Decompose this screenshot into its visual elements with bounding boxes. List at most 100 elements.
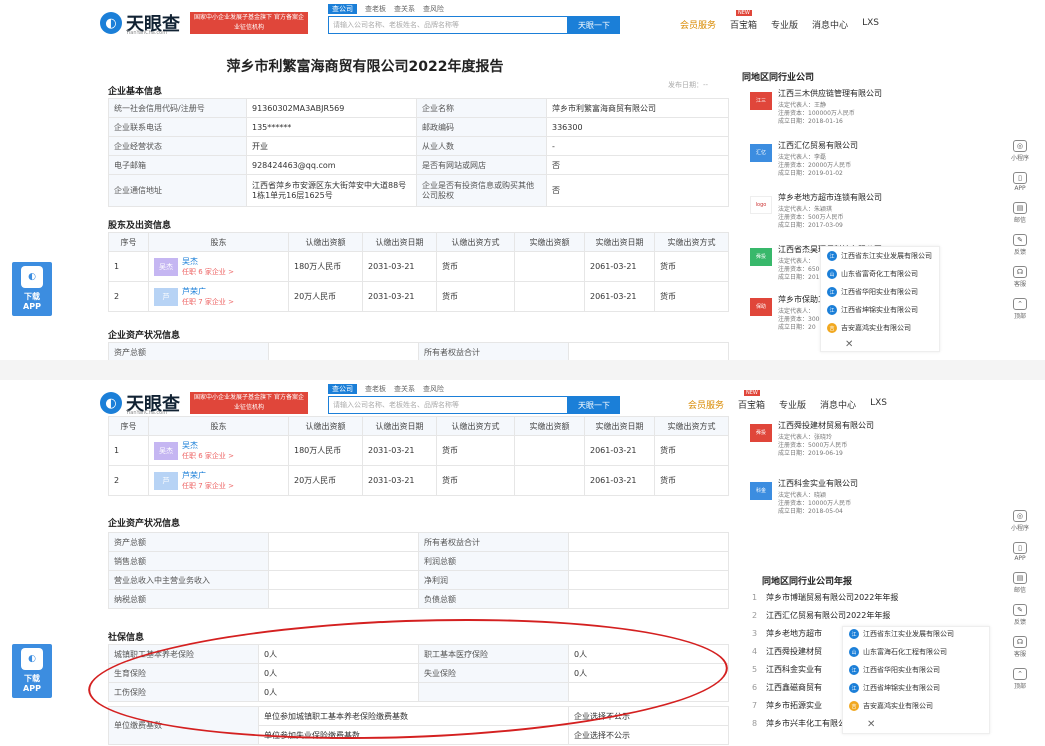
shareholder-avatar[interactable]: 吴杰	[154, 441, 178, 460]
shareholder-cell: 芦 芦荣广 任职 7 家企业 >	[148, 465, 289, 496]
company-name[interactable]: 江西舜投建材贸易有限公司	[778, 420, 874, 431]
popup-item[interactable]: 江江西省坤锦实业有限公司	[849, 683, 940, 693]
rail-mail[interactable]: ▤ 邮信	[1013, 202, 1027, 224]
company-date: 成立日期：2019-01-02	[778, 170, 843, 177]
tab-boss[interactable]: 查老板	[365, 4, 386, 14]
shareholder-avatar[interactable]: 吴杰	[154, 257, 178, 276]
shareholder-tag[interactable]: 任职 6 家企业 >	[182, 267, 234, 277]
rail-mail[interactable]: ▤ 邮信	[1013, 572, 1027, 594]
tab-risk[interactable]: 查风险	[423, 4, 444, 14]
popup-item-label: 江西省坤锦实业有限公司	[863, 684, 940, 692]
popup-item[interactable]: 山山东省富奇化工有限公司	[827, 269, 918, 279]
table-cell: 135******	[246, 117, 417, 137]
tab-boss[interactable]: 查老板	[365, 384, 386, 394]
logo[interactable]: ◐ 天眼查 TianYanCha.com	[100, 390, 180, 416]
rail-top[interactable]: ⌃ 顶部	[1013, 298, 1027, 320]
nav-toolbox[interactable]: 百宝箱	[730, 10, 757, 31]
shareholder-tag[interactable]: 任职 6 家企业 >	[182, 451, 234, 461]
list-item[interactable]: 1 萍乡市博瑞贸易有限公司2022年年报	[752, 592, 898, 603]
popup-item[interactable]: 山山东富海石化工程有限公司	[849, 647, 947, 657]
search-input[interactable]: 请输入公司名称、老板姓名、品牌名称等	[328, 396, 568, 414]
table-row: 营业总收入中主营业务收入 净利润	[108, 570, 729, 590]
table-cell: 0人	[568, 663, 729, 683]
logo[interactable]: ◐ 天眼查 TianYanCha.com	[100, 10, 180, 36]
search-input[interactable]: 请输入公司名称、老板姓名、品牌名称等	[328, 16, 568, 34]
table-cell: 0人	[258, 644, 419, 664]
list-item-label: 江西鑫磁商贸有	[766, 683, 822, 692]
rail-app[interactable]: ▯ APP	[1013, 172, 1027, 192]
shareholder-name[interactable]: 吴杰	[182, 441, 198, 450]
shareholder-name[interactable]: 吴杰	[182, 257, 198, 266]
company-card[interactable]: 汇亿 江西汇亿贸易有限公司 法定代表人：李磊 注册资本：20000万人民币 成立…	[742, 140, 960, 186]
promo-banner[interactable]: 国家中小企业发展子基金旗下 官方备案企业征信机构	[190, 392, 308, 414]
popup-item[interactable]: 江江西省华阳实业有限公司	[827, 287, 918, 297]
download-app-button[interactable]: ◐ 下载 APP	[12, 262, 52, 316]
shareholder-tag[interactable]: 任职 7 家企业 >	[182, 297, 234, 307]
nav-messages[interactable]: 消息中心	[820, 398, 856, 411]
company-card[interactable]: 舜投 江西舜投建材贸易有限公司 法定代表人：张晓玲 注册资本：5000万人民币 …	[742, 420, 960, 466]
rail-app[interactable]: ▯ APP	[1013, 542, 1027, 562]
popup-item[interactable]: 江江西省东江实业发展有限公司	[827, 251, 932, 261]
list-item[interactable]: 7 萍乡市拓源实业	[752, 700, 822, 711]
table-cell: 利润总额	[418, 551, 569, 571]
nav-toolbox[interactable]: 百宝箱	[738, 390, 765, 411]
shareholder-avatar[interactable]: 芦	[154, 287, 178, 306]
shareholder-name[interactable]: 芦荣广	[182, 471, 206, 480]
shareholder-name[interactable]: 芦荣广	[182, 287, 206, 296]
list-item[interactable]: 3 萍乡老地方超市	[752, 628, 822, 639]
related-popup: 江江西省东江实业发展有限公司 山山东富海石化工程有限公司 江江西省华阳实业有限公…	[842, 626, 990, 734]
rail-service[interactable]: ☊ 客服	[1013, 266, 1027, 288]
table-cell: 从业人数	[416, 136, 547, 156]
list-item[interactable]: 6 江西鑫磁商贸有	[752, 682, 822, 693]
company-name[interactable]: 江西三木供应链管理有限公司	[778, 88, 882, 99]
promo-banner[interactable]: 国家中小企业发展子基金旗下 官方备案企业征信机构	[190, 12, 308, 34]
table-row: 1 吴杰 吴杰 任职 6 家企业 > 180万人民币 2031-03-21 货币 …	[108, 251, 729, 282]
rail-miniprogram[interactable]: ◎ 小程序	[1011, 510, 1029, 532]
list-item[interactable]: 4 江西舜投建材贸	[752, 646, 822, 657]
rail-top[interactable]: ⌃ 顶部	[1013, 668, 1027, 690]
shareholder-tag[interactable]: 任职 7 家企业 >	[182, 481, 234, 491]
company-name[interactable]: 萍乡市保助工	[778, 294, 826, 305]
nav-user[interactable]: LXS	[862, 18, 879, 31]
close-icon[interactable]: ✕	[867, 719, 875, 730]
company-name[interactable]: 江西科金实业有限公司	[778, 478, 858, 489]
company-card[interactable]: 科金 江西科金实业有限公司 法定代表人：晓颖 注册资本：10000万人民币 成立…	[742, 478, 960, 524]
nav-pro[interactable]: 专业版	[771, 18, 798, 31]
search-button[interactable]: 天眼一下	[568, 396, 620, 414]
download-app-button[interactable]: ◐ 下载 APP	[12, 644, 52, 698]
popup-item[interactable]: 江江西省华阳实业有限公司	[849, 665, 940, 675]
company-name[interactable]: 江西汇亿贸易有限公司	[778, 140, 858, 151]
company-card[interactable]: logo 萍乡老地方超市连锁有限公司 法定代表人：朱颖琪 注册资本：500万人民…	[742, 192, 960, 238]
nav-pro[interactable]: 专业版	[779, 398, 806, 411]
rail-feedback[interactable]: ✎ 反馈	[1013, 234, 1027, 256]
asset-title: 企业资产状况信息	[108, 519, 181, 529]
popup-item[interactable]: 吉吉安嘉鸿实业有限公司	[827, 323, 911, 333]
basic-info-table: 统一社会信用代码/注册号 91360302MA3ABJR569 企业名称 萍乡市…	[108, 98, 729, 207]
rail-miniprogram[interactable]: ◎ 小程序	[1011, 140, 1029, 162]
list-item[interactable]: 5 江西科金实业有	[752, 664, 822, 675]
nav-user[interactable]: LXS	[870, 398, 887, 411]
rail-service[interactable]: ☊ 客服	[1013, 636, 1027, 658]
table-row: 销售总额 利润总额	[108, 551, 729, 571]
company-card[interactable]: 江三 江西三木供应链管理有限公司 法定代表人：王静 注册资本：100000万人民…	[742, 88, 960, 134]
shareholder-title: 股东及出资信息	[108, 221, 172, 231]
popup-item[interactable]: 江江西省坤锦实业有限公司	[827, 305, 918, 315]
rail-feedback[interactable]: ✎ 反馈	[1013, 604, 1027, 626]
popup-item[interactable]: 吉吉安嘉鸿实业有限公司	[849, 701, 933, 711]
company-name[interactable]: 萍乡老地方超市连锁有限公司	[778, 192, 882, 203]
tab-risk[interactable]: 查风险	[423, 384, 444, 394]
table-cell: 单位参加城镇职工基本养老保险缴费基数	[258, 706, 569, 726]
tab-relation[interactable]: 查关系	[394, 384, 415, 394]
shareholder-avatar[interactable]: 芦	[154, 471, 178, 490]
nav-vip[interactable]: 会员服务	[688, 398, 724, 411]
close-icon[interactable]: ✕	[845, 339, 853, 350]
tab-relation[interactable]: 查关系	[394, 4, 415, 14]
list-item[interactable]: 2 江西汇亿贸易有限公司2022年年报	[752, 610, 890, 621]
popup-item[interactable]: 江江西省东江实业发展有限公司	[849, 629, 954, 639]
nav-vip[interactable]: 会员服务	[680, 18, 716, 31]
tab-company[interactable]: 查公司	[328, 4, 357, 14]
nav-messages[interactable]: 消息中心	[812, 18, 848, 31]
search-button[interactable]: 天眼一下	[568, 16, 620, 34]
email-link[interactable]: 928424463@qq.com	[246, 155, 417, 175]
tab-company[interactable]: 查公司	[328, 384, 357, 394]
